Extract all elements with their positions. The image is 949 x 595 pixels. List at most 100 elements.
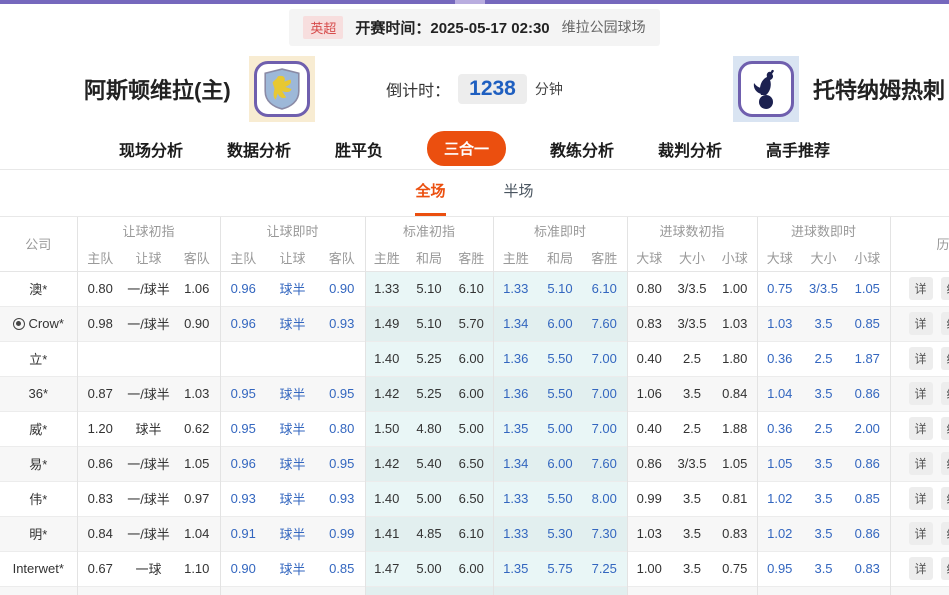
odds-cell: 6.50 [450,446,493,481]
bookmaker-row: 伟*0.83一/球半0.970.93球半0.931.405.006.501.33… [0,481,949,516]
odds-cell: 0.93 [319,481,365,516]
odds-cell: 球半 [266,411,319,446]
nav-tab[interactable]: 现场分析 [119,137,183,161]
nav-tab[interactable]: 高手推荐 [766,137,830,161]
detail-button[interactable]: 详 [909,557,933,580]
odds-cell: 7.60 [582,306,627,341]
odds-cell: 1.00 [627,551,671,586]
away-team-block: 托特纳姆热刺 [733,56,945,122]
odds-cell: 一/球半 [123,306,174,341]
detail-button[interactable]: 详 [909,452,933,475]
odds-cell: 1.03 [757,306,802,341]
stats-button[interactable]: 统 [941,487,949,510]
company-cell[interactable]: 立* [0,341,77,376]
history-column-header: 历 [890,217,949,271]
odds-group-header: 标准初指 [365,217,493,244]
odds-cell: 3.5 [671,551,713,586]
odds-cell: 0.67 [77,551,123,586]
company-cell[interactable]: 威* [0,411,77,446]
odds-cell: 球半 [266,551,319,586]
odds-cell: 1.33 [493,516,538,551]
odds-cell: 1.41 [365,516,408,551]
detail-button[interactable]: 详 [909,277,933,300]
stats-button[interactable]: 统 [941,557,949,580]
odds-cell: 1.06 [627,376,671,411]
company-cell[interactable]: 伟* [0,481,77,516]
odds-cell [713,586,757,595]
odds-cell: 1.36 [493,341,538,376]
company-cell[interactable]: 明* [0,516,77,551]
odds-cell: 0.36 [757,411,802,446]
odds-cell: 0.83 [627,306,671,341]
detail-button[interactable]: 详 [909,522,933,545]
scope-tab[interactable]: 半场 [504,180,534,216]
odds-cell: 5.50 [538,481,582,516]
odds-cell [627,586,671,595]
odds-cell: 5.40 [408,446,450,481]
odds-cell: 1.42 [365,376,408,411]
odds-cell: 0.95 [319,446,365,481]
odds-cell: 3/3.5 [671,306,713,341]
match-info-bar: 英超 开赛时间：2025-05-17 02:30 维拉公园球场 [0,4,949,50]
odds-cell: 0.40 [627,341,671,376]
nav-tab[interactable]: 数据分析 [227,137,291,161]
stats-button[interactable]: 统 [941,452,949,475]
odds-cell: 0.90 [174,306,220,341]
stats-button[interactable]: 统 [941,417,949,440]
odds-cell: 7.60 [582,446,627,481]
detail-button[interactable]: 详 [909,312,933,335]
nav-tab[interactable]: 三合一 [427,131,506,166]
odds-cell [266,341,319,376]
scope-tabs: 全场 半场 [0,170,949,217]
stats-button[interactable]: 统 [941,382,949,405]
row-actions-cell: 详统 [890,271,949,306]
odds-cell: 0.83 [845,551,890,586]
odds-cell: 1.47 [365,551,408,586]
nav-tab[interactable]: 教练分析 [550,137,614,161]
detail-button[interactable]: 详 [909,417,933,440]
countdown-unit: 分钟 [535,79,563,99]
company-cell[interactable]: 易* [0,446,77,481]
odds-cell: 0.86 [77,446,123,481]
odds-cell [123,586,174,595]
odds-cell: 0.85 [319,551,365,586]
odds-cell: 1.04 [757,376,802,411]
odds-cell: 6.00 [450,376,493,411]
odds-cell: 1.10 [174,551,220,586]
stats-button[interactable]: 统 [941,522,949,545]
detail-button[interactable]: 详 [909,382,933,405]
odds-cell: 5.00 [538,411,582,446]
row-actions-cell: 详统 [890,446,949,481]
stats-button[interactable]: 统 [941,312,949,335]
bookmaker-row: 36*0.87一/球半1.030.95球半0.951.425.256.001.3… [0,376,949,411]
odds-cell: 3/3.5 [802,271,845,306]
company-cell[interactable]: 36* [0,376,77,411]
company-cell[interactable]: 澳* [0,271,77,306]
odds-cell: 0.80 [627,271,671,306]
odds-cell: 0.75 [757,271,802,306]
company-cell[interactable]: Interwet* [0,551,77,586]
detail-button[interactable]: 详 [909,347,933,370]
odds-cell: 一/球半 [123,376,174,411]
stats-button[interactable]: 统 [941,277,949,300]
row-actions-cell: 详统 [890,551,949,586]
odds-cell: 1.00 [713,271,757,306]
odds-cell: 0.98 [77,306,123,341]
odds-cell: 1.35 [493,551,538,586]
odds-cell: 7.00 [582,341,627,376]
odds-cell: 0.36 [757,341,802,376]
odds-cell [77,341,123,376]
detail-button[interactable]: 详 [909,487,933,510]
odds-cell [319,341,365,376]
odds-cell: 0.99 [319,516,365,551]
odds-subcolumn-header: 小球 [713,244,757,271]
company-cell[interactable]: Crow* [0,306,77,341]
odds-cell: 5.70 [450,306,493,341]
company-cell[interactable] [0,586,77,595]
odds-subcolumn-header: 主胜 [493,244,538,271]
stats-button[interactable]: 统 [941,347,949,370]
odds-cell: 6.10 [450,271,493,306]
nav-tab[interactable]: 裁判分析 [658,137,722,161]
scope-tab[interactable]: 全场 [415,180,445,216]
nav-tab[interactable]: 胜平负 [335,137,383,161]
